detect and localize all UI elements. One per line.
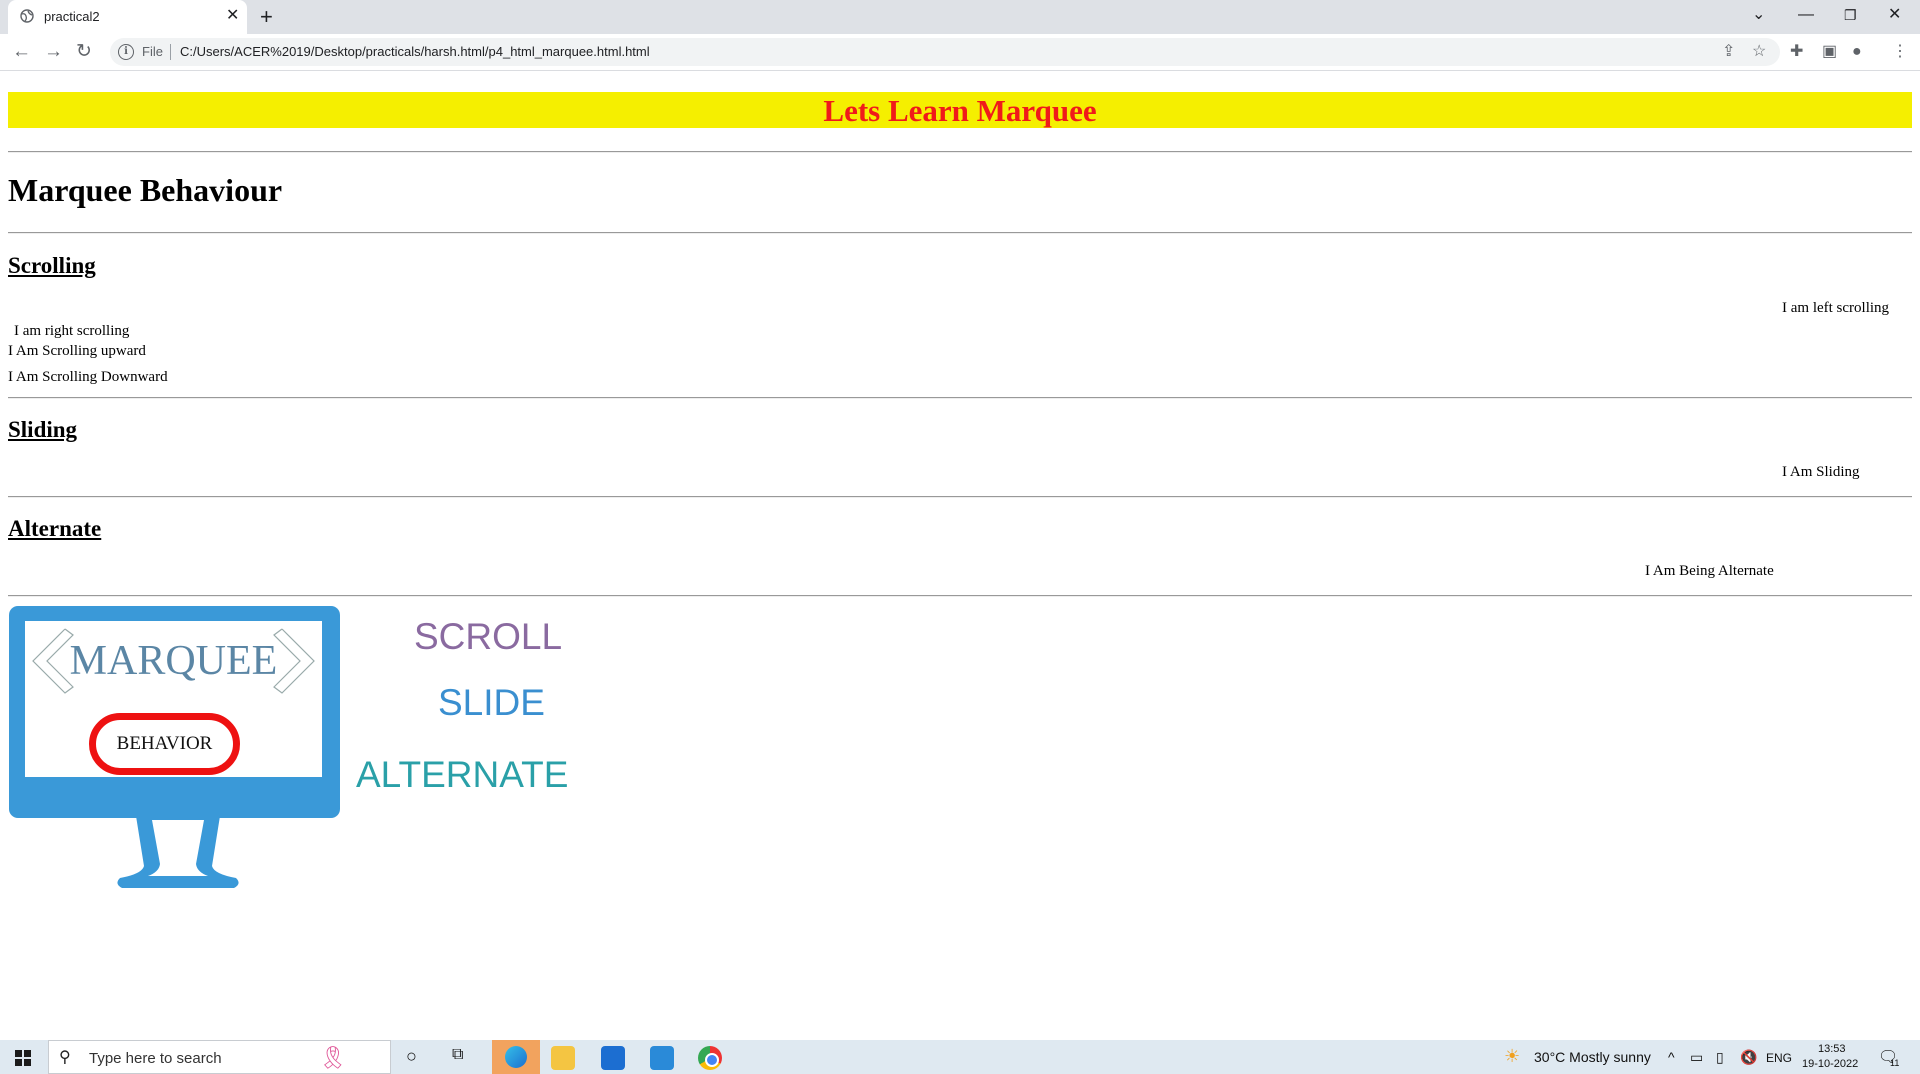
volume-icon[interactable]: 🔇 [1740, 1049, 1757, 1066]
file-explorer-icon[interactable] [551, 1046, 575, 1070]
reload-icon[interactable]: ↻ [76, 41, 92, 63]
ribbon-icon: 🎗 [319, 1045, 347, 1070]
extensions-icon[interactable]: ✚ [1790, 41, 1803, 63]
close-tab-icon[interactable]: ✕ [226, 6, 239, 26]
section-title-scrolling: Scrolling [8, 253, 96, 278]
network-icon[interactable]: ▭ [1690, 1049, 1703, 1066]
side-panel-icon[interactable]: ▣ [1822, 41, 1837, 63]
star-icon[interactable]: ☆ [1752, 41, 1766, 63]
behavior-pill: BEHAVIOR [89, 713, 240, 775]
banner-marquee: Lets Learn Marquee [8, 92, 1912, 128]
forward-icon[interactable]: → [44, 41, 63, 63]
marquee-scrolling-downward: I Am Scrolling Downward [8, 369, 168, 385]
vscode-icon[interactable] [650, 1046, 674, 1070]
tab-strip: practical2 ✕ + ⌄ — ❐ ✕ [0, 0, 1920, 34]
url-text[interactable]: C:/Users/ACER%2019/Desktop/practicals/ha… [180, 44, 650, 59]
browser-tab[interactable]: practical2 ✕ [8, 0, 247, 34]
tray-chevron-icon[interactable]: ^ [1668, 1049, 1675, 1065]
marquee-scrolling-upward: I Am Scrolling upward [8, 343, 146, 359]
search-icon: ⚲ [59, 1049, 71, 1066]
divider [8, 595, 1912, 597]
mail-icon[interactable] [601, 1046, 625, 1070]
monitor-frame: MARQUEE BEHAVIOR [9, 606, 340, 818]
tab-search-chevron-icon[interactable]: ⌄ [1752, 4, 1765, 26]
close-window-icon[interactable]: ✕ [1888, 4, 1901, 26]
section-title-sliding: Sliding [8, 417, 78, 442]
taskbar-search[interactable]: ⚲ Type here to search 🎗 [48, 1040, 391, 1074]
restore-icon[interactable]: ❐ [1844, 4, 1857, 26]
marquee-alternate: I Am Being Alternate [1645, 563, 1774, 579]
page-title: Marquee Behaviour [8, 172, 283, 208]
monitor-stand-icon [117, 816, 239, 888]
windows-start-icon[interactable] [15, 1050, 31, 1066]
marquee-left-scrolling: I am left scrolling [1782, 300, 1890, 316]
task-view-icon[interactable]: ⧉ [452, 1046, 463, 1064]
info-icon[interactable]: i [118, 44, 134, 60]
divider [8, 397, 1912, 399]
cortana-icon[interactable]: ○ [406, 1046, 417, 1067]
marquee-sliding: I Am Sliding [1782, 464, 1860, 480]
share-icon[interactable]: ⇪ [1722, 41, 1735, 63]
address-bar[interactable]: i File C:/Users/ACER%2019/Desktop/practi… [110, 38, 1780, 66]
back-icon[interactable]: ← [12, 41, 31, 63]
tab-title: practical2 [44, 9, 100, 24]
globe-icon [20, 9, 34, 23]
section-title-alternate: Alternate [8, 516, 102, 541]
new-tab-button[interactable]: + [260, 4, 273, 30]
word-slide: SLIDE [438, 682, 545, 723]
profile-icon[interactable]: ● [1852, 41, 1862, 63]
screen-word: MARQUEE [69, 638, 278, 684]
weather-icon: ☀ [1504, 1046, 1521, 1066]
chrome-icon[interactable] [698, 1046, 722, 1070]
minimize-icon[interactable]: — [1798, 4, 1814, 26]
word-scroll: SCROLL [414, 616, 563, 657]
divider [8, 496, 1912, 498]
battery-icon[interactable]: ▯ [1716, 1049, 1724, 1066]
weather-text[interactable]: 30°C Mostly sunny [1534, 1049, 1651, 1065]
taskbar: ⚲ Type here to search 🎗 ○ ⧉ ☀ 30°C Mostl… [0, 1040, 1920, 1074]
language-indicator[interactable]: ENG [1766, 1051, 1792, 1065]
search-placeholder: Type here to search [89, 1050, 222, 1067]
marquee-illustration: MARQUEE BEHAVIOR SCROLL SLIDE ALTERNATE [8, 606, 578, 896]
marquee-right-scrolling: I am right scrolling [14, 323, 130, 339]
word-alternate: ALTERNATE [356, 754, 569, 795]
divider [170, 44, 171, 60]
clock-time[interactable]: 13:53 [1818, 1043, 1846, 1055]
divider [8, 232, 1912, 234]
menu-icon[interactable]: ⋮ [1892, 41, 1908, 63]
clock-date[interactable]: 19-10-2022 [1802, 1058, 1858, 1070]
notification-count: 11 [1890, 1058, 1900, 1068]
edge-app-icon[interactable] [492, 1040, 540, 1074]
browser-toolbar: ← → ↻ i File C:/Users/ACER%2019/Desktop/… [0, 34, 1920, 71]
divider [8, 151, 1912, 153]
monitor-screen: MARQUEE BEHAVIOR [25, 621, 322, 777]
file-label: File [142, 44, 163, 59]
